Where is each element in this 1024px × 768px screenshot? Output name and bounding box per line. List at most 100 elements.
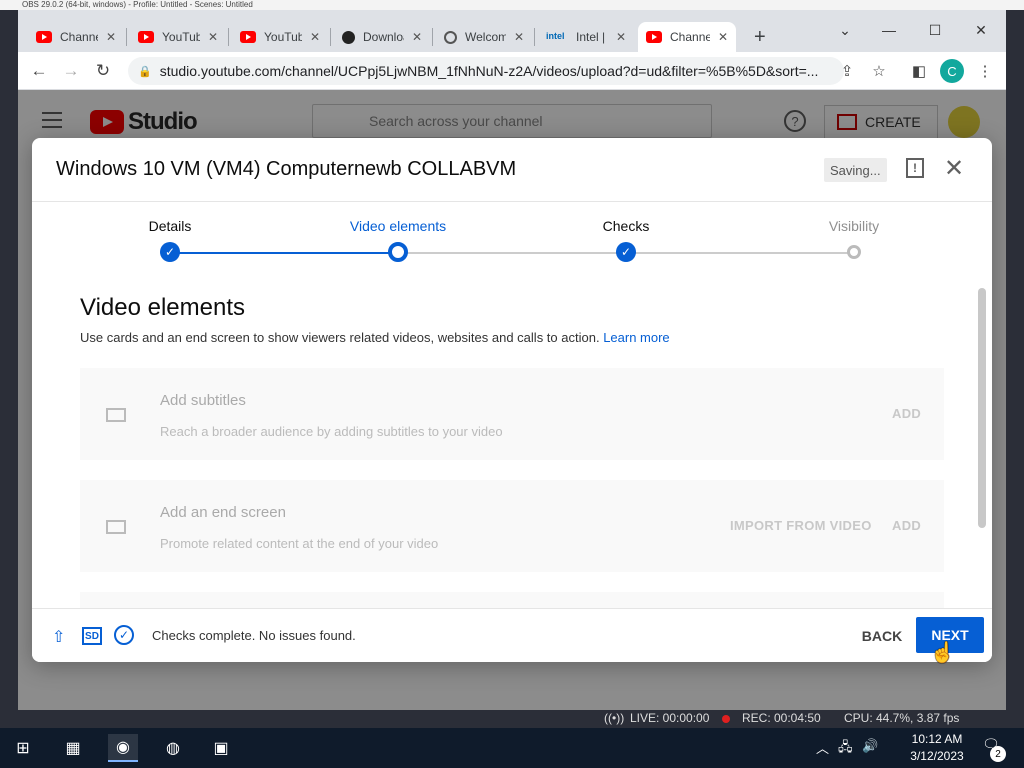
tab-title: YouTube <box>162 30 200 44</box>
card-title: Add subtitles <box>160 392 246 409</box>
github-icon <box>342 30 355 44</box>
lock-icon: 🔒 <box>138 65 152 78</box>
browser-toolbar: ← → ↻ 🔒 studio.youtube.com/channel/UCPpj… <box>18 52 1006 90</box>
obs-cpu: CPU: 44.7%, 3.87 fps <box>844 711 960 725</box>
import-from-video-button[interactable]: IMPORT FROM VIDEO <box>730 518 872 533</box>
feedback-icon[interactable]: ! <box>906 158 924 178</box>
record-dot-icon <box>722 715 730 723</box>
windows-start-icon[interactable]: ⊞ <box>8 734 38 762</box>
tab-strip: Channel content ✕ YouTube ✕ YouTube ✕ Do… <box>18 10 1006 52</box>
browser-tab[interactable]: YouTube ✕ <box>232 22 328 52</box>
step-done-check-icon[interactable]: ✓ <box>160 242 180 262</box>
film-app-icon[interactable]: ▦ <box>58 734 88 762</box>
dialog-title: Windows 10 VM (VM4) Computernewb COLLABV… <box>56 158 517 180</box>
upload-icon: ⇧ <box>52 629 66 646</box>
dialog-footer: ⇧ SD ✓ Checks complete. No issues found.… <box>32 608 992 662</box>
studio-page: Studio Search across your channel ? CREA… <box>18 90 1006 710</box>
upload-dialog: Windows 10 VM (VM4) Computernewb COLLABV… <box>32 138 992 662</box>
step-details-label[interactable]: Details <box>149 218 192 234</box>
close-tab-icon[interactable]: ✕ <box>514 30 524 44</box>
dialog-header: Windows 10 VM (VM4) Computernewb COLLABV… <box>32 138 992 202</box>
card-description: Promote related content at the end of yo… <box>160 536 439 551</box>
close-tab-icon[interactable]: ✕ <box>412 30 422 44</box>
checks-complete-icon: ✓ <box>114 625 134 645</box>
step-done-check-icon[interactable]: ✓ <box>616 242 636 262</box>
obs-status-bar: ((•)) LIVE: 00:00:00 REC: 00:04:50 CPU: … <box>0 710 1024 728</box>
youtube-icon <box>36 31 52 43</box>
side-panel-icon[interactable]: ◧ <box>906 58 932 84</box>
step-visibility-label[interactable]: Visibility <box>829 218 879 234</box>
reload-icon[interactable]: ↻ <box>90 58 116 84</box>
dialog-scrollbar[interactable] <box>978 288 986 528</box>
browser-tab[interactable]: intel Intel | Data ✕ <box>538 22 634 52</box>
add-end-screen-button[interactable]: ADD <box>892 518 921 533</box>
notification-count: 2 <box>990 746 1006 762</box>
add-subtitles-button[interactable]: ADD <box>892 406 921 421</box>
browser-tab[interactable]: Welcome ✕ <box>436 22 532 52</box>
obs-right-panel <box>1006 10 1024 710</box>
chrome-icon[interactable]: ◉ <box>108 734 138 762</box>
forward-icon[interactable]: → <box>58 58 84 84</box>
paint-app-icon[interactable]: ▣ <box>206 734 236 762</box>
end-screen-icon <box>106 520 126 534</box>
step-video-elements-label[interactable]: Video elements <box>350 218 446 234</box>
obs-title: OBS 29.0.2 (64-bit, windows) - Profile: … <box>22 0 253 9</box>
close-tab-icon[interactable]: ✕ <box>208 30 218 44</box>
obs-left-panel <box>0 10 18 710</box>
sd-quality-icon: SD <box>82 627 102 645</box>
close-tab-icon[interactable]: ✕ <box>106 30 116 44</box>
youtube-icon <box>646 31 662 43</box>
step-checks-label[interactable]: Checks <box>603 218 650 234</box>
browser-tab-active[interactable]: Channel content ✕ <box>638 22 736 52</box>
youtube-icon <box>240 31 256 43</box>
youtube-icon <box>138 31 154 43</box>
tab-separator <box>228 28 229 46</box>
close-tab-icon[interactable]: ✕ <box>616 30 626 44</box>
url-text: studio.youtube.com/channel/UCPpj5LjwNBM_… <box>159 63 819 79</box>
card-description: Reach a broader audience by adding subti… <box>160 424 503 439</box>
clock-time: 10:12 AM <box>911 732 963 746</box>
profile-avatar[interactable]: C <box>940 59 964 83</box>
tab-title: Intel | Data <box>576 30 608 44</box>
hand-cursor-icon: ☝ <box>930 642 955 664</box>
menu-kebab-icon[interactable]: ⋮ <box>972 58 998 84</box>
close-tab-icon[interactable]: ✕ <box>310 30 320 44</box>
browser-tab[interactable]: Download ✕ <box>334 22 430 52</box>
obs-live-time: LIVE: 00:00:00 <box>630 711 710 725</box>
bookmark-star-icon[interactable]: ☆ <box>866 58 892 84</box>
share-icon[interactable]: ⇪ <box>834 58 860 84</box>
saving-badge: Saving... <box>824 158 887 182</box>
volume-icon[interactable]: 🔊 <box>862 738 878 754</box>
browser-tab[interactable]: Channel content ✕ <box>28 22 124 52</box>
tray-chevron-icon[interactable]: ︿ <box>816 738 829 757</box>
tab-separator <box>534 28 535 46</box>
back-icon[interactable]: ← <box>26 58 52 84</box>
subtitles-icon <box>106 408 126 422</box>
taskbar-clock[interactable]: 10:12 AM 3/12/2023 <box>902 731 972 765</box>
close-tab-icon[interactable]: ✕ <box>718 30 728 44</box>
close-dialog-icon[interactable]: ✕ <box>944 154 964 183</box>
minimize-button[interactable]: — <box>866 16 912 44</box>
tab-separator <box>330 28 331 46</box>
network-icon[interactable]: 🖧 <box>838 738 853 760</box>
obs-icon[interactable]: ◍ <box>158 734 188 762</box>
end-screen-card: Add an end screen Promote related conten… <box>80 480 944 572</box>
address-bar[interactable]: 🔒 studio.youtube.com/channel/UCPpj5LjwNB… <box>128 57 844 85</box>
tab-title: Welcome <box>465 30 506 44</box>
subtitles-card: Add subtitles Reach a broader audience b… <box>80 368 944 460</box>
browser-tab[interactable]: YouTube ✕ <box>130 22 226 52</box>
step-current-icon[interactable] <box>388 242 408 262</box>
tab-title: Download <box>363 30 404 44</box>
live-indicator-icon: ((•)) <box>604 711 625 725</box>
step-pending-icon[interactable] <box>847 245 861 259</box>
windows-taskbar: ⊞ ▦ ◉ ◍ ▣ ︿ 🖧 🔊 10:12 AM 3/12/2023 🗨 2 <box>0 728 1024 768</box>
tab-search-icon[interactable]: ⌄ <box>822 16 868 44</box>
close-window-button[interactable]: ✕ <box>958 16 1004 44</box>
card-title: Add an end screen <box>160 504 286 521</box>
clock-date: 3/12/2023 <box>910 749 964 763</box>
new-tab-button[interactable]: + <box>746 22 776 52</box>
back-button[interactable]: BACK <box>850 619 914 653</box>
learn-more-link[interactable]: Learn more <box>603 330 669 345</box>
maximize-button[interactable]: ☐ <box>912 16 958 44</box>
dialog-content: Video elements Use cards and an end scre… <box>32 282 992 612</box>
